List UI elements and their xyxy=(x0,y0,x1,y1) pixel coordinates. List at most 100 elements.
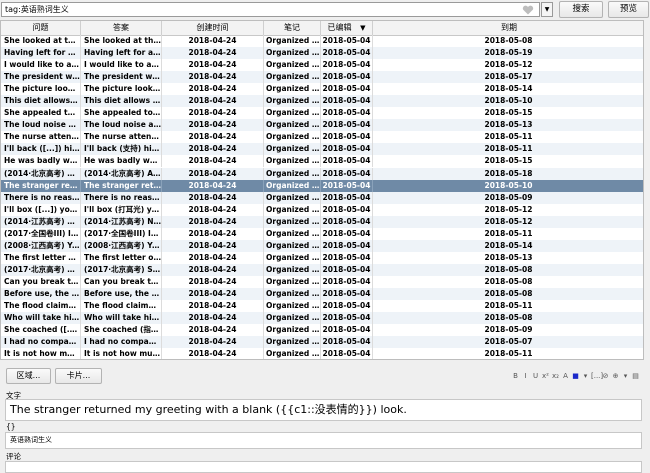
cell-created: 2018-04-24 xyxy=(162,348,264,359)
cell-answer: Having left for age... xyxy=(81,47,162,60)
more-dropdown-icon[interactable]: ▾ xyxy=(621,371,630,381)
cards-button[interactable]: 卡片... xyxy=(55,368,102,384)
cell-note: Organized ... xyxy=(266,155,321,168)
cell-question: I'll box ([...]) your ... xyxy=(1,203,81,216)
table-row[interactable]: This diet allows ([... This diet allows (… xyxy=(1,95,643,108)
cell-question: I would like to add... xyxy=(1,59,81,72)
table-row[interactable]: I'll box ([...]) your ...I'll box (打耳光) … xyxy=(1,203,643,216)
cell-note: Organized ... xyxy=(266,215,321,228)
text-field-editor[interactable]: The stranger returned my greeting with a… xyxy=(5,399,642,421)
cell-question: (2014·江苏高考) N... xyxy=(1,215,81,228)
cell-created: 2018-04-24 xyxy=(162,251,264,264)
cloze-icon[interactable]: [...] xyxy=(591,371,603,381)
column-header-created[interactable]: 创建时间 xyxy=(162,21,264,35)
cell-note: Organized ... xyxy=(266,324,321,337)
color-dropdown-icon[interactable]: ▾ xyxy=(581,371,590,381)
cell-due: 2018-05-10 xyxy=(373,180,643,192)
attach-icon[interactable]: ⊕ xyxy=(611,371,620,381)
table-row[interactable]: I'll back ([...]) him ...I'll back (支持) … xyxy=(1,143,643,156)
text-color-icon[interactable]: A xyxy=(561,371,570,381)
cell-edited: 2018-05-04 xyxy=(321,143,373,156)
table-row-selected[interactable]: The stranger retur...The stranger retur.… xyxy=(1,179,643,192)
comment-field-editor[interactable] xyxy=(5,461,642,473)
cell-question: There is no reason ... xyxy=(1,191,81,204)
cell-edited: 2018-05-04 xyxy=(321,239,373,252)
html-editor-icon[interactable]: ▤ xyxy=(631,371,640,381)
table-row[interactable]: Who will take his p...Who will take his … xyxy=(1,312,643,325)
column-header-due[interactable]: 到期 xyxy=(373,21,643,35)
table-row[interactable]: She appealed to ([...She appealed to (上.… xyxy=(1,107,643,120)
table-row[interactable]: (2014·江苏高考) N... (2014·江苏高考) N... 2018-04-… xyxy=(1,215,643,228)
table-row[interactable]: The loud noise arr...The loud noise arre… xyxy=(1,119,643,132)
cell-edited: 2018-05-04 xyxy=(321,119,373,132)
cell-edited: 2018-05-04 xyxy=(321,263,373,276)
table-row[interactable]: (2017·全国卷III) It ... (2017·全国卷III) It ...… xyxy=(1,227,643,240)
cell-created: 2018-04-24 xyxy=(162,59,264,72)
table-row[interactable]: (2014·北京高考) A ... (2014·北京高考) A ... 2018-0… xyxy=(1,167,643,180)
cell-edited: 2018-05-04 xyxy=(321,167,373,180)
table-row[interactable]: (2017·北京高考) S... (2017·北京高考) Sh... 2018-04… xyxy=(1,263,643,276)
table-row[interactable]: (2008·江西高考) Yo... (2008·江西高考) Yo... 2018-0… xyxy=(1,239,643,252)
search-input[interactable]: tag:英语熟词生义 xyxy=(1,2,540,17)
cell-question: Who will take his p... xyxy=(1,312,81,325)
cell-question: Can you break the ... xyxy=(1,275,81,288)
cell-question: Having left for age... xyxy=(1,47,81,60)
cell-created: 2018-04-24 xyxy=(162,95,264,108)
cell-created: 2018-04-24 xyxy=(162,107,264,120)
cell-question: This diet allows ([... xyxy=(1,95,81,108)
cell-due: 2018-05-13 xyxy=(373,119,643,131)
cell-question: (2014·北京高考) A ... xyxy=(1,167,81,180)
table-row[interactable]: The nurse attende...The nurse attende...… xyxy=(1,131,643,144)
table-row[interactable]: He was badly wou...He was badly woun...2… xyxy=(1,155,643,168)
bold-icon[interactable]: B xyxy=(511,371,520,381)
table-row[interactable]: Before use, the ba...Before use, the ba.… xyxy=(1,287,643,301)
table-row[interactable]: Having left for age...Having left for ag… xyxy=(1,47,643,60)
cell-created: 2018-04-24 xyxy=(162,312,264,325)
cell-edited: 2018-05-04 xyxy=(321,348,373,359)
search-history-dropdown[interactable]: ▼ xyxy=(541,2,553,17)
table-row[interactable]: There is no reason ...There is no reason… xyxy=(1,191,643,204)
table-row[interactable]: It is not how much ...It is not how much… xyxy=(1,348,643,359)
table-scrollbar[interactable] xyxy=(644,20,650,360)
fields-button[interactable]: 区域... xyxy=(6,368,51,384)
cell-note: Organized ... xyxy=(266,47,321,60)
cell-due: 2018-05-10 xyxy=(373,95,643,107)
table-row[interactable]: I would like to add...I would like to ad… xyxy=(1,59,643,72)
field-label-extra: {} xyxy=(6,422,16,431)
table-row[interactable]: The first letter of t...The first letter… xyxy=(1,251,643,264)
cell-edited: 2018-05-04 xyxy=(321,179,373,192)
column-header-edited[interactable]: 已编辑 ▼ xyxy=(321,21,373,35)
cell-note: Organized ... xyxy=(266,131,321,144)
cell-question: I had no company (... xyxy=(1,336,81,349)
table-row[interactable]: She coached ([...]) ...She coached (指导) … xyxy=(1,324,643,337)
cell-edited: 2018-05-04 xyxy=(321,227,373,240)
cell-question: (2008·江西高考) Yo... xyxy=(1,239,81,252)
column-header-question[interactable]: 问题 xyxy=(1,21,81,35)
table-row[interactable]: The picture looks ...The picture looks n… xyxy=(1,83,643,96)
table-row[interactable]: I had no company (...I had no company (.… xyxy=(1,336,643,349)
subscript-icon[interactable]: x₂ xyxy=(551,371,560,381)
table-row[interactable]: The flood claimed... The flood claimed ..… xyxy=(1,300,643,313)
clear-format-icon[interactable]: ⊘ xyxy=(601,371,610,381)
column-header-note[interactable]: 笔记 xyxy=(264,21,321,35)
cell-due: 2018-05-12 xyxy=(373,59,643,71)
table-row[interactable]: Can you break the ...Can you break the .… xyxy=(1,275,643,288)
italic-icon[interactable]: I xyxy=(521,371,530,381)
column-header-answer[interactable]: 答案 xyxy=(81,21,162,35)
search-button[interactable]: 搜索 xyxy=(559,1,603,18)
table-row[interactable]: The president will ...The president will… xyxy=(1,71,643,84)
cell-created: 2018-04-24 xyxy=(162,155,264,168)
column-header-edited-label: 已编辑 xyxy=(327,23,352,32)
cell-due: 2018-05-11 xyxy=(373,300,643,312)
cell-edited: 2018-05-04 xyxy=(321,336,373,349)
underline-icon[interactable]: U xyxy=(531,371,540,381)
color-swatch-icon[interactable]: ■ xyxy=(571,371,580,381)
cell-created: 2018-04-24 xyxy=(162,35,264,47)
heart-icon[interactable] xyxy=(522,5,534,15)
table-row[interactable]: She looked at the p...She looked at the … xyxy=(1,35,643,47)
tag-field-editor[interactable]: 英语熟词生义 xyxy=(5,432,642,449)
cell-answer: There is no reason ... xyxy=(81,191,162,204)
preview-button[interactable]: 预览 xyxy=(608,1,649,18)
cell-edited: 2018-05-04 xyxy=(321,312,373,325)
superscript-icon[interactable]: x² xyxy=(541,371,550,381)
